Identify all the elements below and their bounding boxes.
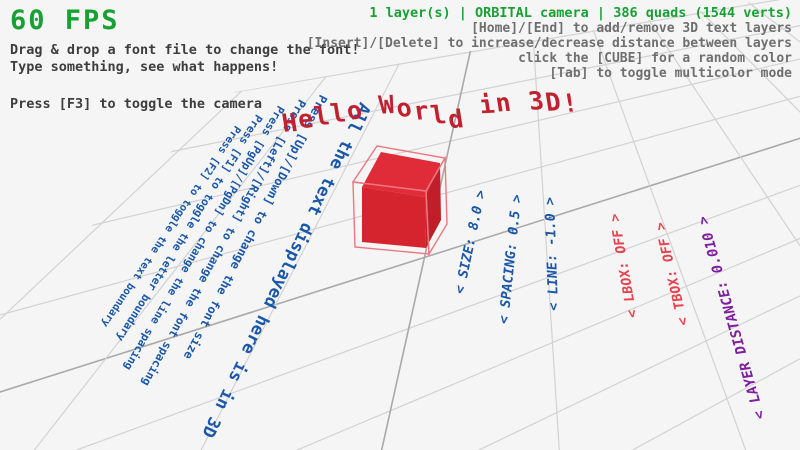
help-cube-random-color: click the [CUBE] for a random color <box>307 52 792 67</box>
help-multicolor-mode: [Tab] to toggle multicolor mode <box>307 67 792 82</box>
help-layer-distance: [Insert]/[Delete] to increase/decrease d… <box>307 37 792 52</box>
cube-front-face[interactable] <box>362 187 426 248</box>
help-add-remove-layers: [Home]/[End] to add/remove 3D text layer… <box>307 22 792 37</box>
app-window: Press [F2] to toggle the text boundaryPr… <box>0 0 800 450</box>
status-line: 1 layer(s) | ORBITAL camera | 386 quads … <box>307 6 792 21</box>
tip-toggle-camera: Press [F3] to toggle the camera <box>10 97 360 112</box>
hud-right: 1 layer(s) | ORBITAL camera | 386 quads … <box>307 6 792 81</box>
cube-solid[interactable] <box>362 152 441 248</box>
